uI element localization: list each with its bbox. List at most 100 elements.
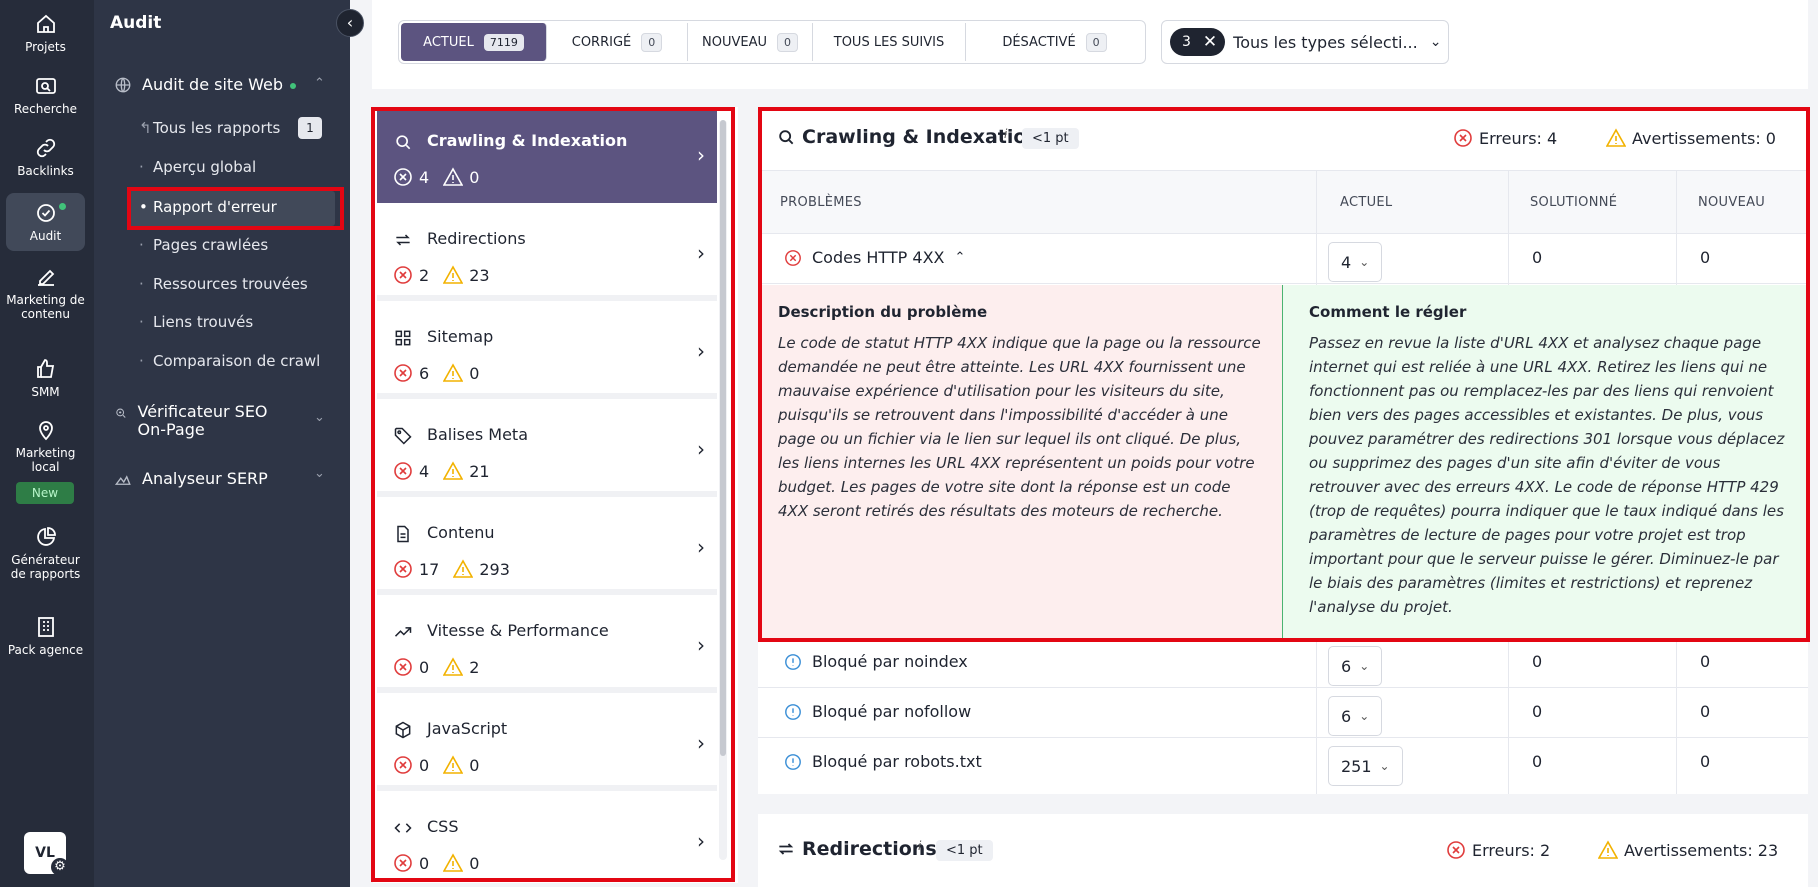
thumbs-up-icon [36,359,54,378]
nav-item-label: Tous les rapports [153,119,281,137]
category-css[interactable]: CSS 0 0 › [377,797,717,883]
category-vitesse-performance[interactable]: Vitesse & Performance 0 2 › [377,601,717,693]
chevron-up-icon[interactable]: ⌃ [314,76,325,91]
error-icon [394,168,412,186]
location-icon [38,421,53,441]
rail-item-generateur-rapports[interactable]: Générateur de rapports [6,525,85,595]
issue-name[interactable]: Bloqué par nofollow [812,702,971,721]
tab-tous-les-suivis[interactable]: Tous les suivis [813,23,966,61]
category-javascript[interactable]: JavaScript 0 0 › [377,699,717,791]
nav-item-tous-les-rapports[interactable]: ↰Tous les rapports [139,119,280,137]
rail-item-smm[interactable]: SMM [6,357,85,401]
current-count-select[interactable]: 6 ⌄ [1328,646,1383,686]
chevron-down-icon[interactable]: ⌄ [314,466,325,481]
tab-nouveau[interactable]: Nouveau 0 [688,23,813,61]
chevron-up-icon[interactable]: ⌃ [955,250,966,265]
chevron-right-icon: › [697,731,705,755]
current-count: 4 [1341,252,1352,272]
tab-count: 0 [1085,32,1107,52]
gear-icon[interactable]: ⚙ [51,858,69,876]
tab-actuel[interactable]: Actuel 7119 [401,23,547,61]
table-row[interactable]: Bloqué par robots.txt 251 ⌄ 0 0 [758,738,1808,788]
rail-item-marketing-local[interactable]: Marketing local [6,418,85,476]
category-balises-meta[interactable]: Balises Meta 4 21 › [377,405,717,497]
category-crawling-indexation[interactable]: Crawling & Indexation 4 0 › [377,111,717,203]
issue-type-select[interactable]: 3 ✕ Tous les types sélecti... ⌄ [1161,20,1449,64]
rail-item-audit[interactable]: Audit [6,193,85,251]
solved-count: 0 [1532,248,1543,267]
selected-types-pill[interactable]: 3 ✕ [1170,28,1226,56]
category-warnings: 21 [469,461,490,481]
chevron-down-icon[interactable]: ⌄ [314,410,325,425]
clear-icon[interactable]: ✕ [1203,32,1217,52]
info-circle-icon [785,703,801,720]
errors-label: Erreurs: [1472,840,1535,860]
bullet-icon: • [139,198,148,216]
issue-description: Description du problème Le code de statu… [758,285,1282,639]
warnings-value: 23 [1757,840,1779,860]
issue-name[interactable]: Bloqué par noindex [812,652,968,671]
current-count-select[interactable]: 251 ⌄ [1328,746,1403,786]
new-count: 0 [1700,652,1711,671]
rail-item-backlinks[interactable]: Backlinks [6,136,85,184]
info-icon[interactable]: i [1004,127,1007,141]
audit-nav: Audit Audit de site Web ⌃ ↰Tous les rapp… [94,0,350,887]
column-header: PROBLÈMES [780,195,862,210]
seo-check-icon [116,408,126,418]
tab-corrige[interactable]: Corrigé 0 [547,23,688,61]
status-dot [59,203,66,210]
warning-icon [443,657,464,676]
current-count-select[interactable]: 6 ⌄ [1328,696,1383,736]
rail-item-marketing-contenu[interactable]: Marketing de contenu [6,265,85,333]
points-badge: <1 pt [1022,128,1079,149]
issue-name[interactable]: Bloqué par robots.txt [812,752,982,771]
nav-item-apercu-global[interactable]: · Aperçu global [139,158,256,176]
nav-item-liens-trouves[interactable]: · Liens trouvés [139,313,253,331]
warning-icon [443,265,464,284]
code-icon [394,823,412,833]
rail-item-pack-agence[interactable]: Pack agence [6,615,85,671]
trending-up-icon [394,627,412,637]
category-warnings: 0 [469,755,480,775]
rail-item-recherche[interactable]: Recherche [6,74,85,122]
category-redirections[interactable]: Redirections 2 23 › [377,209,717,301]
chevron-down-icon[interactable]: ⌄ [1430,34,1442,50]
category-sitemap[interactable]: Sitemap 6 0 › [377,307,717,399]
chevron-right-icon: › [697,535,705,559]
nav-group-verificateur-seo[interactable]: Vérificateur SEO On-Page [114,403,289,439]
category-warnings: 23 [469,265,490,285]
chevron-right-icon: › [697,633,705,657]
info-icon[interactable]: i [918,839,921,853]
column-header: ACTUEL [1340,195,1393,210]
nav-group-audit-site-web[interactable]: Audit de site Web [114,75,283,94]
category-contenu[interactable]: Contenu 17 293 › [377,503,717,595]
redirect-icon [396,234,410,246]
nav-group-analyseur-serp[interactable]: Analyseur SERP [114,469,268,488]
tab-label: Nouveau [702,34,767,50]
error-icon [394,266,412,284]
category-title: JavaScript [427,719,508,738]
type-select-label: Tous les types sélecti... [1233,32,1418,52]
nav-item-rapport-erreur[interactable]: • Rapport d'erreur [139,198,277,216]
chevron-down-icon: ⌄ [1359,255,1370,269]
nav-item-pages-crawlees[interactable]: · Pages crawlées [139,236,268,254]
rail-item-projets[interactable]: Projets [6,12,85,60]
collapse-nav-button[interactable]: ‹ [336,9,364,37]
chevron-right-icon: › [697,829,705,853]
category-title: Vitesse & Performance [427,621,609,640]
current-count: 6 [1341,706,1352,726]
warning-icon [1606,128,1626,147]
category-scrollbar-thumb[interactable] [720,120,726,756]
errors-label: Erreurs: [1479,128,1542,148]
issue-name[interactable]: Codes HTTP 4XX [812,248,945,267]
tab-desactive[interactable]: Désactivé 0 [966,23,1143,61]
table-row[interactable]: Bloqué par noindex 6 ⌄ 0 0 [758,638,1808,688]
errors-value: 4 [1547,128,1558,148]
table-row[interactable]: Codes HTTP 4XX ⌃ 4 ⌄ 0 0 [758,234,1808,284]
column-divider [1676,638,1677,794]
current-count-select[interactable]: 4 ⌄ [1328,242,1383,282]
category-warnings: 0 [469,363,480,383]
table-row[interactable]: Bloqué par nofollow 6 ⌄ 0 0 [758,688,1808,738]
nav-item-ressources-trouvees[interactable]: · Ressources trouvées [139,275,308,293]
nav-item-comparaison-crawl[interactable]: · Comparaison de crawl [139,352,320,370]
